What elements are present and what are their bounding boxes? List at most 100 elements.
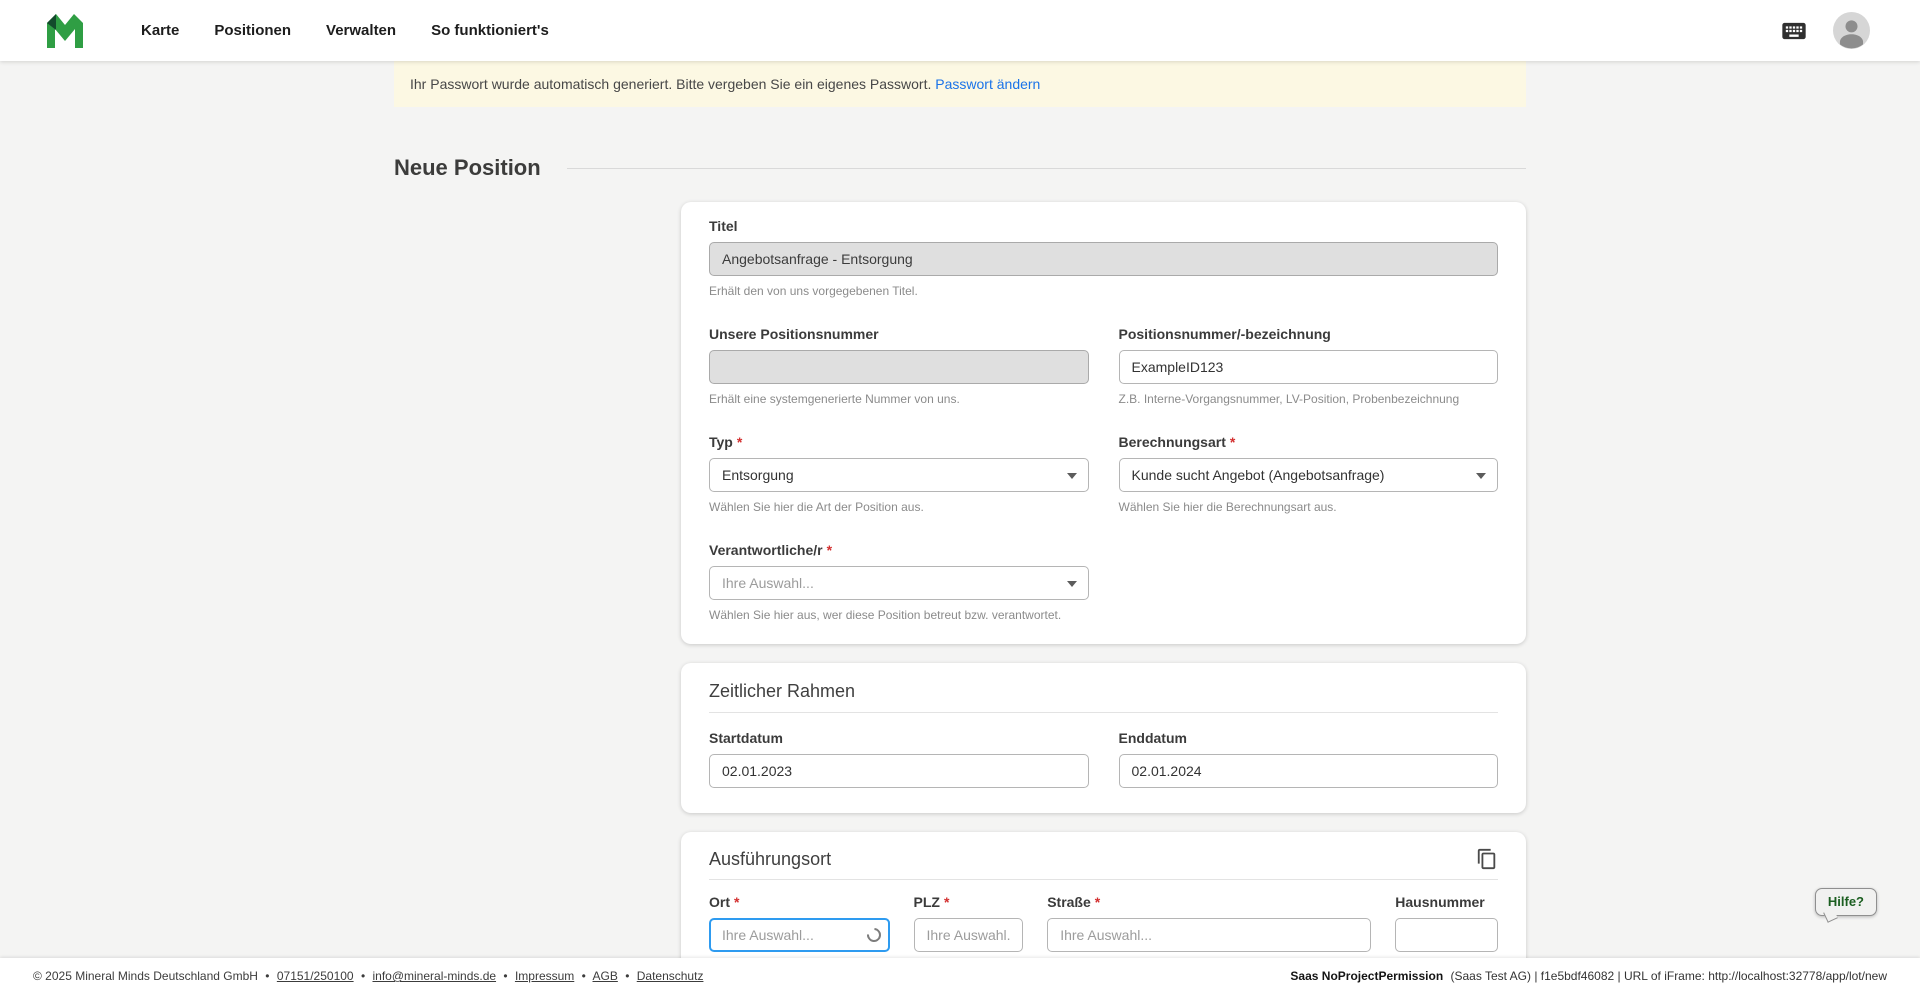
chevron-down-icon <box>1476 473 1486 479</box>
berechnungsart-select[interactable]: Kunde sucht Angebot (Angebotsanfrage) <box>1119 458 1499 492</box>
titel-label: Titel <box>709 217 1498 235</box>
page-content: Ihr Passwort wurde automatisch generiert… <box>0 61 1920 994</box>
footer-impressum-link[interactable]: Impressum <box>515 969 574 983</box>
navbar-actions <box>1778 12 1870 49</box>
required-asterisk: * <box>944 894 949 910</box>
footer-app-name: Saas NoProjectPermission <box>1290 969 1443 983</box>
title-divider <box>567 168 1526 169</box>
footer-phone-link[interactable]: 07151/250100 <box>277 969 354 983</box>
required-asterisk: * <box>827 542 832 558</box>
field-enddatum: Enddatum <box>1119 729 1499 788</box>
startdatum-input[interactable] <box>709 754 1089 788</box>
unsere-positionsnummer-input[interactable] <box>709 350 1089 384</box>
required-asterisk: * <box>1095 894 1100 910</box>
copy-icon[interactable] <box>1476 848 1498 870</box>
positionsnummer-helper: Z.B. Interne-Vorgangsnummer, LV-Position… <box>1119 391 1499 407</box>
strasse-input[interactable] <box>1047 918 1371 952</box>
footer-copyright: © 2025 Mineral Minds Deutschland GmbH <box>33 969 258 983</box>
field-typ: Typ* Entsorgung Wählen Sie hier die Art … <box>709 433 1089 515</box>
hausnummer-label: Hausnummer <box>1395 893 1498 911</box>
titel-helper: Erhält den von uns vorgegebenen Titel. <box>709 283 1498 299</box>
verantwortlicher-select[interactable]: Ihre Auswahl... <box>709 566 1089 600</box>
brand-logo-icon[interactable] <box>45 14 85 48</box>
footer-separator: • <box>503 969 507 983</box>
nav-item-so-funktionierts[interactable]: So funktioniert's <box>431 22 549 39</box>
nav-item-positionen[interactable]: Positionen <box>214 22 291 39</box>
verantwortlicher-select-placeholder: Ihre Auswahl... <box>722 575 814 591</box>
required-asterisk: * <box>734 894 739 910</box>
divider <box>709 712 1498 713</box>
berechnungsart-helper: Wählen Sie hier die Berechnungsart aus. <box>1119 499 1499 515</box>
positionsnummer-label: Positionsnummer/-bezeichnung <box>1119 325 1499 343</box>
verantwortlicher-label: Verantwortliche/r* <box>709 541 1089 559</box>
field-titel: Titel Erhält den von uns vorgegebenen Ti… <box>709 217 1498 299</box>
field-ort: Ort* <box>709 893 890 952</box>
row-verantwortlicher: Verantwortliche/r* Ihre Auswahl... Wähle… <box>709 541 1498 623</box>
page-title: Neue Position <box>394 153 541 183</box>
empty-column <box>1119 541 1499 623</box>
footer-separator: • <box>265 969 269 983</box>
enddatum-label: Enddatum <box>1119 729 1499 747</box>
typ-select-value: Entsorgung <box>722 467 794 483</box>
berechnungsart-select-value: Kunde sucht Angebot (Angebotsanfrage) <box>1132 467 1385 483</box>
chevron-down-icon <box>1067 473 1077 479</box>
titel-input[interactable] <box>709 242 1498 276</box>
user-avatar-icon[interactable] <box>1833 12 1870 49</box>
unsere-positionsnummer-helper: Erhält eine systemgenerierte Nummer von … <box>709 391 1089 407</box>
keyboard-icon[interactable] <box>1778 17 1810 45</box>
footer-email-link[interactable]: info@mineral-minds.de <box>372 969 496 983</box>
top-navbar: Karte Positionen Verwalten So funktionie… <box>0 0 1920 61</box>
password-notice-banner: Ihr Passwort wurde automatisch generiert… <box>394 61 1526 107</box>
plz-label: PLZ* <box>914 893 1024 911</box>
row-typ-berechnungsart: Typ* Entsorgung Wählen Sie hier die Art … <box>709 433 1498 515</box>
zeitlicher-rahmen-heading: Zeitlicher Rahmen <box>709 680 1498 702</box>
ausfuehrungsort-heading: Ausführungsort <box>709 848 831 870</box>
ort-label: Ort* <box>709 893 890 911</box>
required-asterisk: * <box>1230 434 1235 450</box>
ort-input[interactable] <box>709 918 890 952</box>
card-general: Titel Erhält den von uns vorgegebenen Ti… <box>681 202 1526 644</box>
field-berechnungsart: Berechnungsart* Kunde sucht Angebot (Ang… <box>1119 433 1499 515</box>
typ-label: Typ* <box>709 433 1089 451</box>
nav-item-verwalten[interactable]: Verwalten <box>326 22 396 39</box>
page-title-row: Neue Position <box>394 153 1526 183</box>
footer-separator: • <box>582 969 586 983</box>
row-nummern: Unsere Positionsnummer Erhält eine syste… <box>709 325 1498 407</box>
plz-input[interactable] <box>914 918 1024 952</box>
footer: © 2025 Mineral Minds Deutschland GmbH • … <box>0 958 1920 994</box>
footer-datenschutz-link[interactable]: Datenschutz <box>637 969 704 983</box>
ort-autocomplete <box>709 918 890 952</box>
footer-app-details: (Saas Test AG) | f1e5bdf46082 | URL of i… <box>1451 969 1888 983</box>
footer-separator: • <box>361 969 365 983</box>
typ-helper: Wählen Sie hier die Art der Position aus… <box>709 499 1089 515</box>
enddatum-input[interactable] <box>1119 754 1499 788</box>
change-password-link[interactable]: Passwort ändern <box>935 76 1040 92</box>
nav-item-karte[interactable]: Karte <box>141 22 179 39</box>
row-ort: Ort* PLZ* Straße* <box>709 893 1498 952</box>
typ-select[interactable]: Entsorgung <box>709 458 1089 492</box>
row-datum: Startdatum Enddatum <box>709 729 1498 788</box>
strasse-label: Straße* <box>1047 893 1371 911</box>
field-strasse: Straße* <box>1047 893 1371 952</box>
main-nav: Karte Positionen Verwalten So funktionie… <box>141 22 549 39</box>
verantwortlicher-helper: Wählen Sie hier aus, wer diese Position … <box>709 607 1089 623</box>
field-unsere-positionsnummer: Unsere Positionsnummer Erhält eine syste… <box>709 325 1089 407</box>
hausnummer-input[interactable] <box>1395 918 1498 952</box>
unsere-positionsnummer-label: Unsere Positionsnummer <box>709 325 1089 343</box>
footer-left: © 2025 Mineral Minds Deutschland GmbH • … <box>33 969 703 983</box>
banner-text: Ihr Passwort wurde automatisch generiert… <box>410 76 931 92</box>
field-positionsnummer: Positionsnummer/-bezeichnung Z.B. Intern… <box>1119 325 1499 407</box>
required-asterisk: * <box>737 434 742 450</box>
footer-separator: • <box>625 969 629 983</box>
card-zeitlicher-rahmen: Zeitlicher Rahmen Startdatum Enddatum <box>681 663 1526 813</box>
help-button[interactable]: Hilfe? <box>1815 888 1877 916</box>
field-startdatum: Startdatum <box>709 729 1089 788</box>
startdatum-label: Startdatum <box>709 729 1089 747</box>
field-plz: PLZ* <box>914 893 1024 952</box>
footer-agb-link[interactable]: AGB <box>593 969 618 983</box>
positionsnummer-input[interactable] <box>1119 350 1499 384</box>
ausfuehrungsort-heading-row: Ausführungsort <box>709 847 1498 871</box>
chevron-down-icon <box>1067 581 1077 587</box>
footer-right: Saas NoProjectPermission (Saas Test AG) … <box>1290 969 1887 983</box>
divider <box>709 879 1498 880</box>
